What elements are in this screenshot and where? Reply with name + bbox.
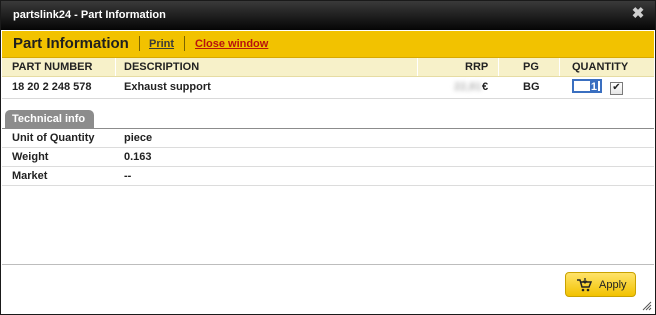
column-divider xyxy=(417,58,418,76)
resize-grip-icon[interactable] xyxy=(642,301,652,311)
info-value-market: -- xyxy=(124,170,132,182)
description-cell: Exhaust support xyxy=(124,81,211,93)
column-header-quantity: QUANTITY xyxy=(572,61,629,73)
footer-divider xyxy=(2,264,654,265)
close-window-link[interactable]: Close window xyxy=(195,38,268,50)
print-link[interactable]: Print xyxy=(149,38,174,50)
checkmark-icon: ✔ xyxy=(612,82,621,93)
info-row: Market -- xyxy=(2,167,654,186)
part-information-window: partslink24 - Part Information ✖ Part In… xyxy=(0,0,656,315)
currency-symbol: € xyxy=(482,81,489,93)
column-header-rrp: RRP xyxy=(465,61,489,73)
info-value-weight: 0.163 xyxy=(124,151,152,163)
table-row: 18 20 2 248 578 Exhaust support 22,81 € … xyxy=(2,77,654,99)
close-icon[interactable]: ✖ xyxy=(631,6,645,21)
tab-label: Technical info xyxy=(12,113,86,125)
column-header-part-number: PART NUMBER xyxy=(12,61,93,73)
window-title: partslink24 - Part Information xyxy=(13,9,166,21)
tab-technical-info[interactable]: Technical info xyxy=(5,110,94,128)
column-divider xyxy=(498,58,499,76)
quantity-value: 1 xyxy=(589,81,598,93)
column-divider xyxy=(559,58,560,76)
part-number-cell: 18 20 2 248 578 xyxy=(12,81,92,93)
part-info-header: Part Information Print Close window xyxy=(2,31,654,58)
info-label-unit: Unit of Quantity xyxy=(12,132,95,144)
column-header-pg: PG xyxy=(523,61,539,73)
page-title: Part Information xyxy=(13,35,129,52)
quantity-input[interactable]: 1 xyxy=(572,79,602,93)
info-label-weight: Weight xyxy=(12,151,49,163)
column-header-description: DESCRIPTION xyxy=(124,61,200,73)
table-header: PART NUMBER DESCRIPTION RRP PG QUANTITY xyxy=(2,58,654,77)
apply-label: Apply xyxy=(599,279,627,291)
header-divider xyxy=(184,36,185,51)
cart-icon xyxy=(577,278,592,292)
rrp-value-blurred: 22,81 xyxy=(454,81,482,93)
pg-cell: BG xyxy=(523,81,540,93)
info-value-unit: piece xyxy=(124,132,153,144)
info-label-market: Market xyxy=(12,170,48,182)
title-bar[interactable]: partslink24 - Part Information ✖ xyxy=(1,1,655,30)
select-checkbox[interactable]: ✔ xyxy=(610,82,623,95)
info-row: Weight 0.163 xyxy=(2,148,654,167)
info-row: Unit of Quantity piece xyxy=(2,129,654,148)
header-divider xyxy=(139,36,140,51)
apply-button[interactable]: Apply xyxy=(565,272,636,297)
column-divider xyxy=(115,58,116,76)
